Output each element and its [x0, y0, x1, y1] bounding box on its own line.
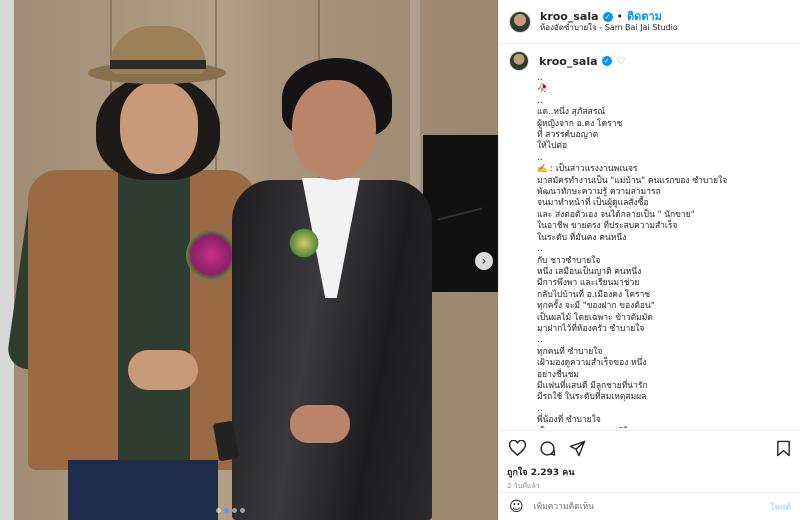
- post-side-panel: kroo_sala ✓ • ติดตาม ห้องอัดซำบายใจ - Sa…: [498, 0, 800, 520]
- woman-figure: [212, 50, 432, 520]
- post-timestamp[interactable]: 2 วันที่แล้ว: [507, 481, 793, 492]
- comment-bar: ☺ โพสต์: [499, 492, 800, 520]
- brooch: [286, 228, 322, 258]
- post-header: kroo_sala ✓ • ติดตาม ห้องอัดซำบายใจ - Sa…: [499, 0, 800, 44]
- caption-username[interactable]: kroo_sala: [539, 55, 598, 68]
- chevron-right-icon[interactable]: ›: [475, 252, 493, 270]
- verified-badge-icon: ✓: [601, 56, 612, 66]
- avatar[interactable]: [509, 51, 529, 71]
- follow-button[interactable]: ติดตาม: [627, 10, 662, 23]
- location-link[interactable]: ห้องอัดซำบายใจ - Sam Bai Jai Studio: [540, 23, 678, 33]
- photo-edge: [0, 0, 14, 520]
- username-link[interactable]: kroo_sala: [540, 10, 599, 23]
- comment-input[interactable]: [533, 501, 771, 512]
- caption-area[interactable]: kroo_sala ✓ ♡ .. 🥀 .. แด..หนึ่ง สุภัสสรณ…: [499, 45, 800, 428]
- carousel-dot: [232, 508, 237, 513]
- bookmark-icon[interactable]: [773, 438, 793, 458]
- comment-icon[interactable]: [537, 438, 557, 458]
- carousel-dot: [240, 508, 245, 513]
- share-icon[interactable]: [567, 438, 587, 458]
- emoji-icon[interactable]: ☺: [509, 499, 524, 515]
- carousel-dots: [216, 508, 245, 513]
- avatar[interactable]: [509, 10, 531, 33]
- heart-icon[interactable]: [507, 438, 527, 458]
- separator: •: [616, 10, 624, 24]
- heart-icon[interactable]: ♡: [617, 56, 626, 67]
- carousel-dot-active: [224, 508, 229, 513]
- post-comment-button[interactable]: โพสต์: [770, 500, 791, 514]
- likes-count[interactable]: ถูกใจ 2.293 คน: [507, 465, 793, 479]
- post-photo[interactable]: ›: [0, 0, 498, 520]
- carousel-dot: [216, 508, 221, 513]
- action-bar: ถูกใจ 2.293 คน 2 วันที่แล้ว: [499, 430, 800, 492]
- verified-badge-icon: ✓: [602, 11, 613, 22]
- caption-text: .. 🥀 .. แด..หนึ่ง สุภัสสรณ์ ผู้หญิงจาก อ…: [537, 73, 728, 428]
